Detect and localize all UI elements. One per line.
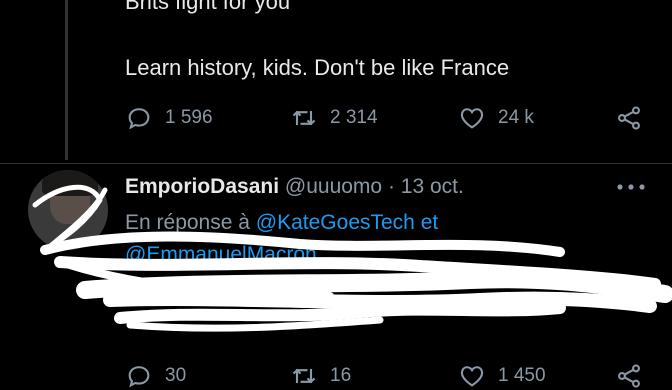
retweet-icon [292,110,316,126]
like-button[interactable]: 1 450 [458,362,546,390]
reply-actions: 30 16 1 450 [125,362,648,390]
tweet-actions: 1 596 2 314 24 k [125,104,648,132]
heart-icon [460,366,484,387]
tweet-text-line-2: Learn history, kids. Don't be like Franc… [125,55,510,80]
retweet-count: 16 [330,365,352,386]
avatar-hair [42,170,98,196]
like-button[interactable]: 24 k [458,104,534,132]
avatar[interactable] [28,170,108,250]
reply-header: EmporioDasani @uuuomo · 13 oct. [125,175,464,199]
author-handle[interactable]: @uuuomo [285,175,382,198]
retweet-count: 2 314 [330,107,378,128]
reply-button[interactable]: 1 596 [125,104,213,132]
mention-link-1[interactable]: @KateGoesTech [256,211,415,234]
retweet-button[interactable]: 16 [290,362,351,390]
tweet-date[interactable]: 13 oct. [401,175,464,198]
tweet-divider [0,163,672,164]
retweet-icon [292,368,316,384]
like-count: 24 k [498,107,534,128]
in-reply-to-prefix: En réponse à [125,211,250,234]
mention-conjunction: et [420,211,439,234]
reply-icon [128,366,150,388]
more-icon[interactable] [616,183,646,191]
share-icon [618,106,640,130]
reply-button[interactable]: 30 [125,362,186,390]
heart-icon [460,108,484,129]
reply-icon [128,108,150,130]
retweet-button[interactable]: 2 314 [290,104,378,132]
reply-count: 1 596 [165,107,213,128]
share-button[interactable] [615,104,643,132]
in-reply-to-line-2: @EmmanuelMacron [125,243,317,267]
thread-connector-line [65,0,68,160]
share-button[interactable] [615,362,643,390]
in-reply-to: En réponse à @KateGoesTech et [125,211,438,235]
separator-dot: · [387,175,395,198]
author-name[interactable]: EmporioDasani [125,175,279,198]
mention-link-2[interactable]: @EmmanuelMacron [125,243,317,266]
share-icon [618,364,640,388]
like-count: 1 450 [498,365,546,386]
tweet-text-line-1: Brits fight for you [125,0,291,14]
reply-count: 30 [165,365,187,386]
